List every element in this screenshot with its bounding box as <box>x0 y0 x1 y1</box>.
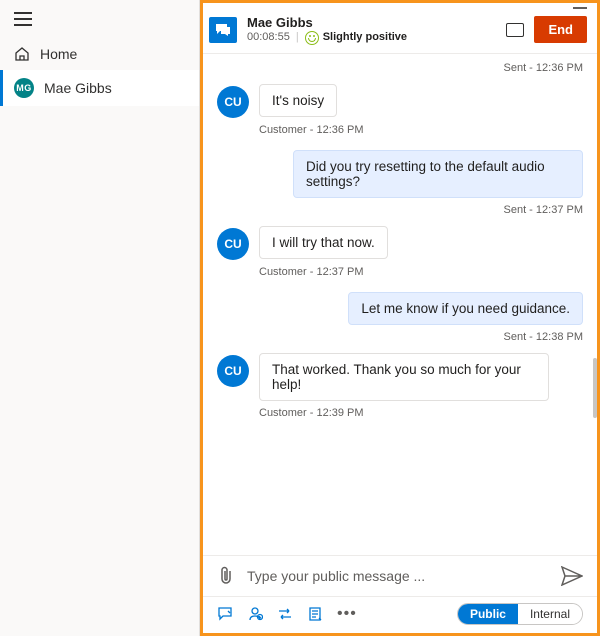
message-row-customer: CU That worked. Thank you so much for yo… <box>217 353 583 401</box>
nav-home-label: Home <box>40 46 77 62</box>
nav-home[interactable]: Home <box>0 38 199 70</box>
message-row-agent: Let me know if you need guidance. <box>217 292 583 325</box>
message-row-agent: Did you try resetting to the default aud… <box>217 150 583 198</box>
message-row-customer: CU It's noisy <box>217 84 583 118</box>
nav-conversation-active[interactable]: MG Mae Gibbs <box>0 70 199 106</box>
sent-meta: Sent - 12:37 PM <box>217 204 583 216</box>
chat-customer-name: Mae Gibbs <box>247 15 407 31</box>
separator: | <box>296 31 299 44</box>
sentiment-indicator: Slightly positive <box>305 31 407 45</box>
message-meta: Customer - 12:39 PM <box>259 407 583 419</box>
message-bubble: I will try that now. <box>259 226 388 259</box>
chat-header: Mae Gibbs 00:08:55 | Slightly positive E… <box>203 9 597 54</box>
smile-icon <box>305 31 319 45</box>
message-bubble: That worked. Thank you so much for your … <box>259 353 549 401</box>
nav-conversation-label: Mae Gibbs <box>44 80 112 96</box>
notes-icon[interactable] <box>307 606 323 622</box>
message-meta: Customer - 12:36 PM <box>259 124 583 136</box>
message-bubble: It's noisy <box>259 84 337 117</box>
quick-reply-icon[interactable] <box>217 606 233 622</box>
pill-internal[interactable]: Internal <box>518 604 582 624</box>
chat-timer: 00:08:55 <box>247 31 290 44</box>
message-bubble: Did you try resetting to the default aud… <box>293 150 583 198</box>
message-list: Sent - 12:36 PM CU It's noisy Customer -… <box>203 54 597 555</box>
message-meta: Customer - 12:37 PM <box>259 266 583 278</box>
customer-avatar: CU <box>217 228 249 260</box>
send-icon[interactable] <box>561 566 583 586</box>
monitor-icon[interactable] <box>506 23 524 37</box>
message-input[interactable] <box>247 568 549 584</box>
sent-meta: Sent - 12:36 PM <box>217 62 583 74</box>
visibility-toggle: Public Internal <box>457 603 583 625</box>
chat-panel: Mae Gibbs 00:08:55 | Slightly positive E… <box>200 0 600 636</box>
transfer-icon[interactable] <box>277 606 293 622</box>
message-bubble: Let me know if you need guidance. <box>348 292 583 325</box>
chat-subheader: 00:08:55 | Slightly positive <box>247 31 407 45</box>
customer-avatar: CU <box>217 86 249 118</box>
hamburger-icon[interactable] <box>14 12 32 26</box>
sidebar: Home MG Mae Gibbs <box>0 0 200 636</box>
pill-public[interactable]: Public <box>458 604 518 624</box>
attach-icon[interactable] <box>217 566 235 586</box>
compose-bar <box>203 556 597 596</box>
chat-channel-icon <box>209 17 237 43</box>
end-button[interactable]: End <box>534 16 587 43</box>
hamburger-container <box>0 0 199 38</box>
message-row-customer: CU I will try that now. <box>217 226 583 260</box>
chat-title-column: Mae Gibbs 00:08:55 | Slightly positive <box>247 15 407 45</box>
customer-avatar: CU <box>217 355 249 387</box>
consult-icon[interactable] <box>247 606 263 622</box>
bottom-toolbar: ••• Public Internal <box>203 597 597 633</box>
sentiment-label: Slightly positive <box>323 31 407 44</box>
more-icon[interactable]: ••• <box>337 605 357 623</box>
scrollbar-thumb[interactable] <box>593 358 597 418</box>
home-icon <box>14 46 30 62</box>
sent-meta: Sent - 12:38 PM <box>217 331 583 343</box>
avatar-initials: MG <box>14 78 34 98</box>
